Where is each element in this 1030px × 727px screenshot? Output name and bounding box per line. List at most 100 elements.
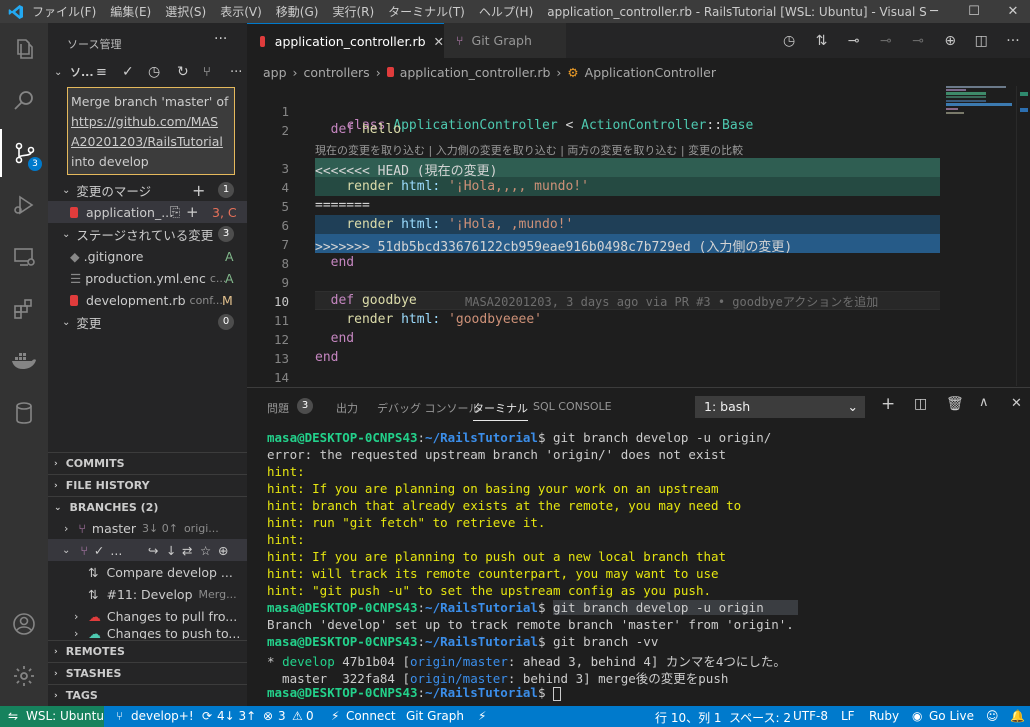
close-tab-icon[interactable]: ✕ (434, 34, 444, 49)
tab-git-graph[interactable]: ⑂ Git Graph (444, 23, 566, 58)
breadcrumb-app[interactable]: app (263, 65, 287, 80)
minimap[interactable] (940, 86, 1016, 386)
changes-group[interactable]: ⌄ 変更 0 (48, 311, 247, 333)
menu-selection[interactable]: 選択(S) (165, 3, 206, 20)
minimize-button[interactable]: ─ (917, 0, 951, 23)
breadcrumb-class[interactable]: ApplicationController (585, 65, 716, 80)
scm-provider-row[interactable]: ⌄ ソ... ≡ ✓ ◷ ↻ ⑂ ··· (48, 61, 247, 83)
status-eol[interactable]: LF (841, 709, 855, 723)
branch-develop-row[interactable]: ⌄ ⑂ ✓ ... ↪ ↓ ⇄ ☆ ⊕ (48, 539, 247, 561)
stage-file-plus-icon[interactable]: + (186, 203, 199, 221)
tags-section[interactable]: › TAGS (48, 684, 247, 706)
remotes-section[interactable]: › REMOTES (48, 640, 247, 662)
database-icon[interactable] (0, 389, 48, 437)
staged-changes-group[interactable]: ⌄ ステージされている変更 3 (48, 223, 247, 245)
remote-indicator[interactable]: ⇋ WSL: Ubuntu (0, 706, 104, 727)
timeline-icon[interactable]: ◷ (783, 33, 795, 49)
scm-more-icon[interactable]: ··· (230, 65, 242, 80)
run-debug-icon[interactable] (0, 181, 48, 229)
new-terminal-plus-icon[interactable]: + (881, 394, 895, 414)
menu-terminal[interactable]: ターミナル(T) (388, 3, 465, 20)
code-editor[interactable]: 1 2 3 4 5 6 7 8 9 10 11 12 13 14 class A… (247, 96, 940, 386)
scrollbar-overview[interactable] (1016, 86, 1030, 386)
tab-problems[interactable]: 問題 (267, 400, 289, 416)
history-icon[interactable]: ◷ (148, 64, 160, 80)
merge-changes-group[interactable]: ⌄ 変更のマージ + 1 (48, 179, 247, 201)
staged-file-row[interactable]: ☰ production.yml.enc c... A (48, 267, 247, 289)
prev-change-icon[interactable]: ⊸ (848, 33, 860, 49)
lightning-icon[interactable]: ⚡ (478, 709, 486, 723)
star-icon[interactable]: ☆ (200, 543, 211, 558)
status-indentation[interactable]: スペース: 2 (729, 709, 791, 726)
status-go-live[interactable]: Go Live (929, 709, 974, 723)
split-editor-icon[interactable]: ◫ (975, 33, 988, 49)
menu-view[interactable]: 表示(V) (220, 3, 262, 20)
tab-sql-console[interactable]: SQL CONSOLE (533, 400, 612, 413)
status-encoding[interactable]: UTF-8 (793, 709, 828, 723)
pull-icon[interactable]: ↓ (166, 543, 176, 558)
commit-message-input[interactable]: Merge branch 'master' of https://github.… (67, 87, 235, 175)
open-file-icon[interactable]: ⎘ (170, 205, 180, 220)
status-git-graph[interactable]: Git Graph (406, 709, 464, 723)
refresh-icon[interactable]: ↻ (177, 64, 189, 80)
maximize-button[interactable]: ☐ (957, 0, 991, 23)
branches-section[interactable]: ⌄ BRANCHES (2) (48, 496, 247, 518)
tab-debug-console[interactable]: デバッグ コンソール (377, 400, 480, 416)
view-as-list-icon[interactable]: ≡ (96, 65, 107, 80)
status-language[interactable]: Ruby (869, 709, 899, 723)
merge-codelens[interactable]: 現在の変更を取り込む | 入力側の変更を取り込む | 両方の変更を取り込む | … (315, 142, 743, 158)
breadcrumb-file[interactable]: application_controller.rb (400, 65, 551, 80)
file-history-section[interactable]: › FILE HISTORY (48, 474, 247, 496)
commit-message-link[interactable]: https://github.com/MAS (71, 112, 231, 132)
tab-terminal[interactable]: ターミナル (473, 400, 528, 421)
feedback-icon[interactable]: ☺ (986, 709, 999, 723)
commits-section[interactable]: › COMMITS (48, 452, 247, 474)
status-branch[interactable]: develop+! (131, 709, 194, 723)
git-graph-icon[interactable]: ⑂ (203, 65, 211, 80)
changes-to-pull-row[interactable]: › ☁ Changes to pull fro... (48, 605, 247, 627)
menu-run[interactable]: 実行(R) (332, 3, 374, 20)
next-change-icon[interactable]: ⊸ (880, 33, 892, 49)
close-panel-icon[interactable]: ✕ (1011, 396, 1022, 411)
switch-branch-icon[interactable]: ↪ (148, 543, 158, 558)
stage-all-plus-icon[interactable]: + (192, 181, 205, 200)
breadcrumb-controllers[interactable]: controllers (304, 65, 370, 80)
source-control-icon[interactable]: 3 (0, 129, 48, 177)
merge-file-row[interactable]: application_... ⎘ + 3, C (48, 201, 247, 223)
editor-more-icon[interactable]: ··· (1006, 33, 1019, 49)
explorer-icon[interactable] (0, 25, 48, 73)
compare-row[interactable]: ⇅ Compare develop ... (48, 561, 247, 583)
stashes-section[interactable]: › STASHES (48, 662, 247, 684)
search-icon[interactable] (0, 77, 48, 125)
account-icon[interactable] (0, 600, 48, 648)
revert-change-icon[interactable]: ⊸ (912, 33, 924, 49)
status-sync[interactable]: 4↓ 3↑ (217, 709, 256, 723)
maximize-panel-icon[interactable]: ∧ (979, 395, 989, 410)
status-connect[interactable]: Connect (346, 709, 396, 723)
status-errors[interactable]: 3 (278, 709, 286, 723)
settings-gear-icon[interactable] (0, 652, 48, 700)
more-actions-icon[interactable]: ··· (214, 31, 227, 47)
pull-request-row[interactable]: ⇅ #11: Develop Merg... (48, 583, 247, 605)
kill-terminal-trash-icon[interactable]: 🗑 (946, 396, 964, 412)
terminal-select[interactable]: 1: bash ⌄ (695, 396, 865, 418)
tab-output[interactable]: 出力 (336, 400, 358, 416)
split-terminal-icon[interactable]: ◫ (914, 396, 927, 412)
menu-help[interactable]: ヘルプ(H) (479, 3, 533, 20)
changes-to-push-row[interactable]: › ☁ Changes to push to... (48, 627, 247, 639)
menu-edit[interactable]: 編集(E) (110, 3, 151, 20)
open-changes-icon[interactable]: ⊕ (944, 33, 956, 49)
close-window-button[interactable]: ✕ (996, 0, 1030, 23)
notifications-bell-icon[interactable]: 🔔 (1010, 709, 1025, 723)
branch-master-row[interactable]: › ⑂ master 3↓ 0↑ origi... (48, 517, 247, 539)
terminal-output[interactable]: masa@DESKTOP-0CNPS43:~/RailsTutorial$ gi… (247, 430, 1030, 707)
status-cursor-position[interactable]: 行 10、列 1 (655, 709, 722, 726)
extensions-icon[interactable] (0, 285, 48, 333)
status-warnings[interactable]: 0 (306, 709, 314, 723)
staged-file-row[interactable]: development.rb conf... M (48, 289, 247, 311)
compare-icon[interactable]: ⇄ (182, 543, 192, 558)
staged-file-row[interactable]: ◆ .gitignore A (48, 245, 247, 267)
docker-icon[interactable] (0, 337, 48, 385)
remote-explorer-icon[interactable] (0, 233, 48, 281)
tab-application-controller[interactable]: application_controller.rb ✕ (247, 23, 444, 58)
